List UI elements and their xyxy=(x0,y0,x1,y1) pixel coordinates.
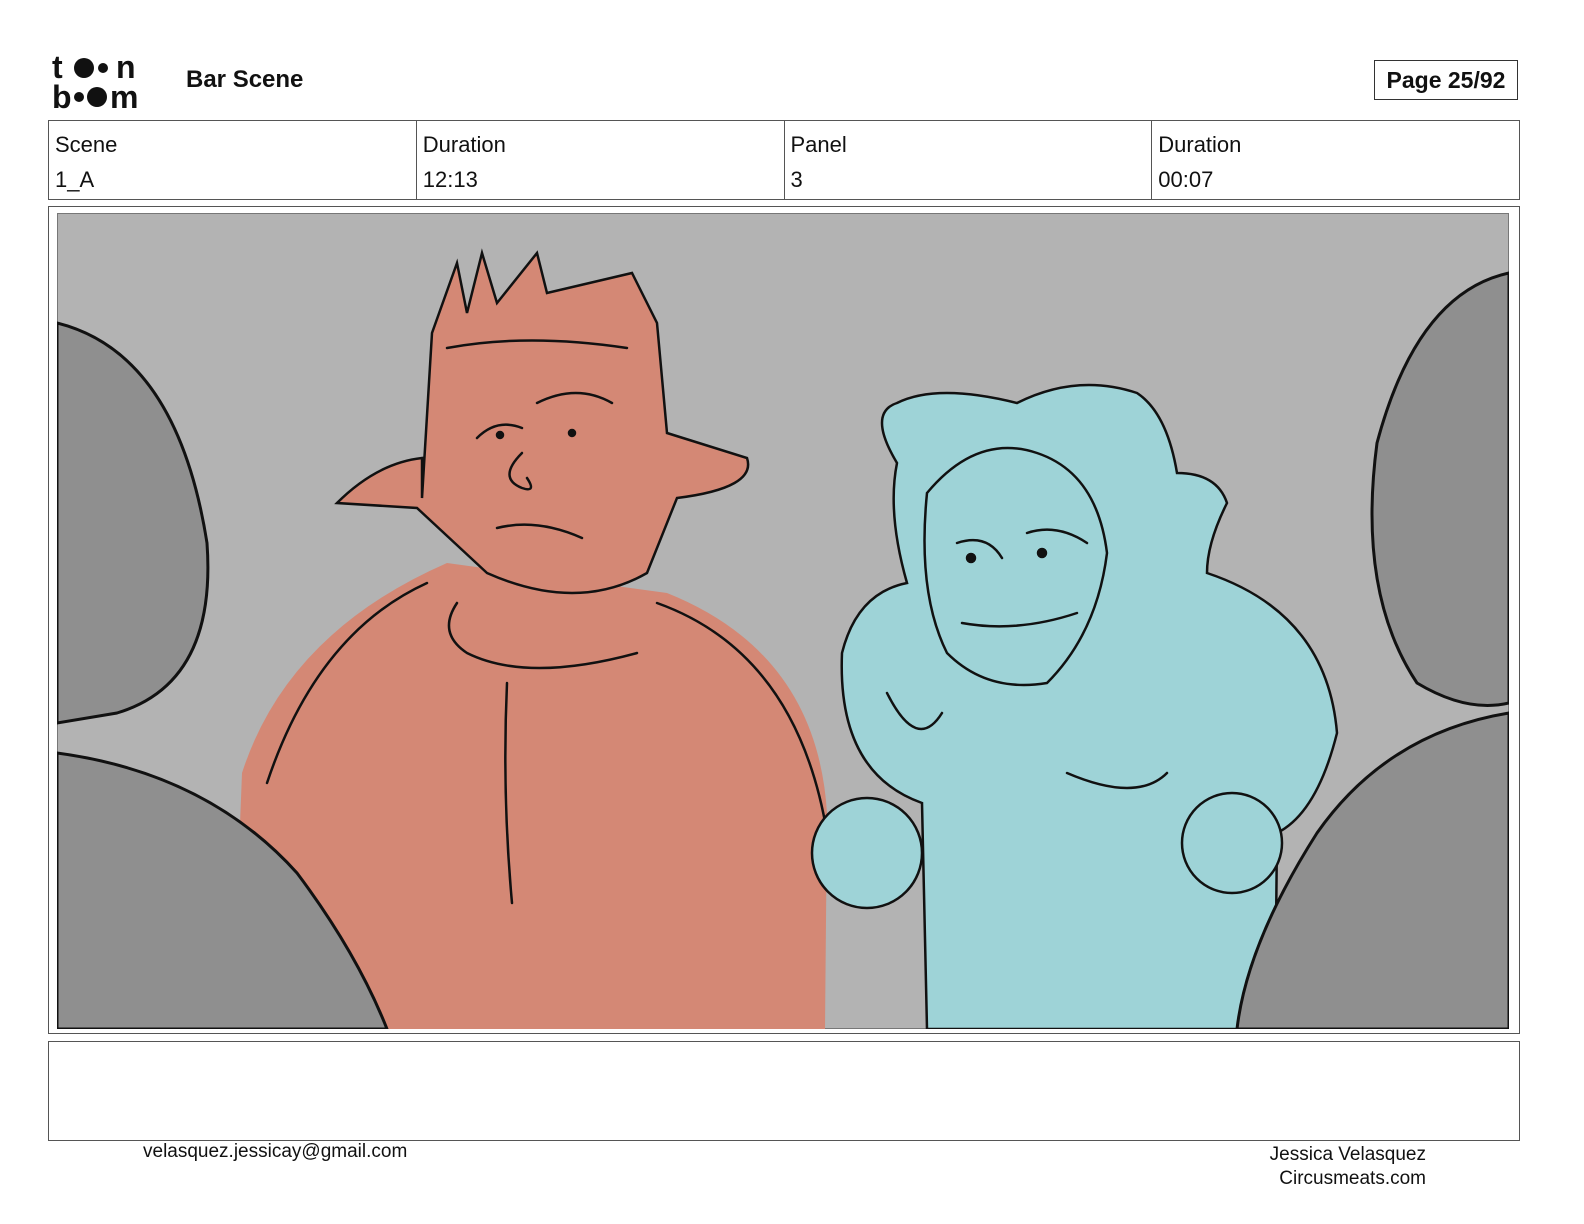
panel-value: 3 xyxy=(790,167,803,192)
footer-email: velasquez.jessicay@gmail.com xyxy=(143,1141,408,1162)
panel-cell: Panel 3 xyxy=(785,121,1153,199)
toon-boom-logo: t n b m xyxy=(52,50,138,112)
footer-site: Circusmeats.com xyxy=(1279,1168,1426,1189)
page-number: Page 25/92 xyxy=(1374,60,1518,100)
panel-sketch xyxy=(57,213,1509,1029)
panel-duration-value: 00:07 xyxy=(1158,167,1214,192)
panel-label: Panel xyxy=(790,132,847,157)
info-table: Scene 1_A Duration 12:13 Panel 3 Duratio… xyxy=(48,120,1520,200)
storyboard-panel xyxy=(48,206,1520,1034)
scene-duration-value: 12:13 xyxy=(422,167,478,192)
svg-text:m: m xyxy=(110,79,138,112)
document-title: Bar Scene xyxy=(186,66,304,93)
scene-value: 1_A xyxy=(55,167,95,192)
footer-name: Jessica Velasquez xyxy=(1269,1144,1426,1165)
scene-label: Scene xyxy=(55,132,118,157)
scene-duration-label: Duration xyxy=(422,132,506,157)
svg-text:b: b xyxy=(52,79,72,112)
panel-duration-cell: Duration 00:07 xyxy=(1152,121,1519,199)
scene-cell: Scene 1_A xyxy=(49,121,417,199)
scene-duration-cell: Duration 12:13 xyxy=(417,121,785,199)
notes-box xyxy=(48,1041,1520,1141)
footer-credits: Jessica Velasquez Circusmeats.com xyxy=(1200,1143,1426,1191)
panel-duration-label: Duration xyxy=(1158,132,1242,157)
